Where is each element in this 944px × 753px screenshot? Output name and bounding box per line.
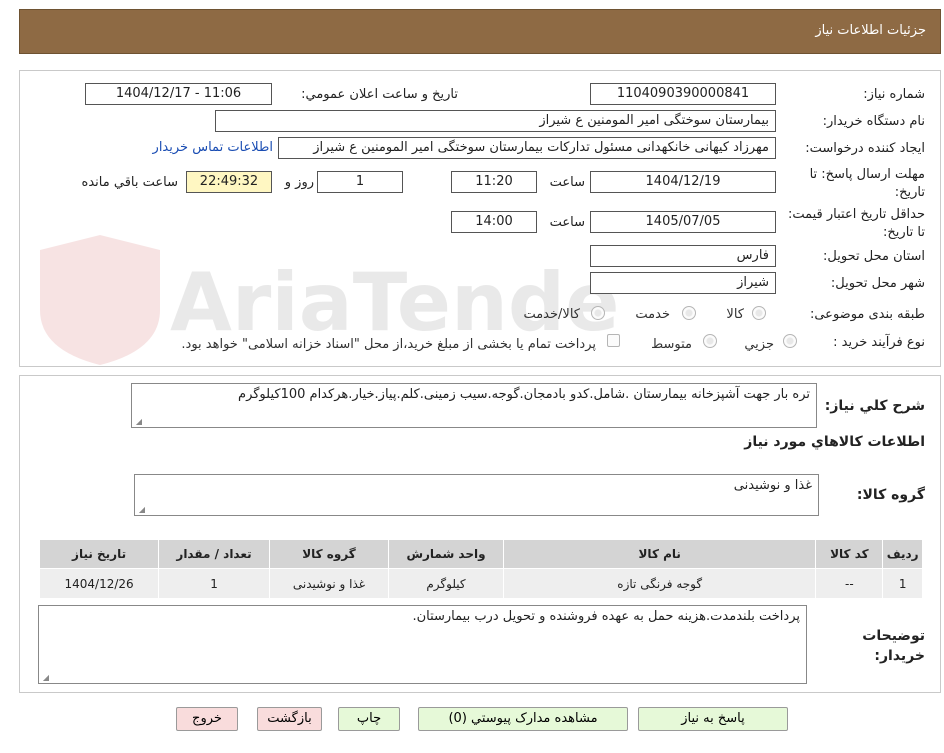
col-header-quantity: تعداد / مقدار [158,539,270,569]
cell-goods-group: غذا و نوشیدنی [268,568,390,599]
process-option-minor: جزیي [744,337,774,352]
treasury-bond-checkbox[interactable] [607,334,620,347]
page-title: جزئیات اطلاعات نیاز [815,23,926,38]
category-radio-service[interactable] [682,306,696,320]
need-number-label: شماره نیاز: [863,87,925,102]
category-radio-goods[interactable] [752,306,766,320]
days-label: روز و [284,175,314,190]
province-field: فارس [590,245,776,267]
city-field: شیراز [590,272,776,294]
view-attachments-button[interactable]: مشاهده مدارک پیوستي (0) [418,707,628,731]
requester-label: ایجاد کننده درخواست: [805,141,925,156]
process-radio-medium[interactable] [703,334,717,348]
back-button[interactable]: بازگشت [257,707,322,731]
need-number-field: 1104090390000841 [590,83,776,105]
buyer-notes-text: پرداخت بلندمدت.هزینه حمل به عهده فروشنده… [412,609,800,624]
announce-datetime-field: 1404/12/17 - 11:06 [85,83,272,105]
buyer-org-field: بیمارستان سوختگی امیر المومنین ع شیراز [215,110,776,132]
remaining-time-field: 22:49:32 [186,171,272,193]
province-label: استان محل تحویل: [823,249,925,264]
treasury-bond-note: پرداخت تمام یا بخشی از مبلغ خرید،از محل … [181,337,596,352]
buyer-notes-label: توضیحات خریدار: [862,628,925,664]
items-table: ردیف کد کالا نام کالا واحد شمارش گروه کا… [38,539,923,599]
col-header-need-date: تاریخ نیاز [38,539,160,569]
header-bar: جزئیات اطلاعات نیاز [19,9,941,54]
response-deadline-label: مهلت ارسال پاسخ: تا تاریخ: [809,167,925,200]
table-header-row: ردیف کد کالا نام کالا واحد شمارش گروه کا… [38,539,923,569]
table-row: 1 -- گوجه فرنگی تازه کیلوگرم غذا و نوشید… [38,568,923,599]
cell-item-name: گوجه فرنگی تازه [502,568,817,599]
response-time-label: ساعت [549,175,585,190]
col-header-unit: واحد شمارش [388,539,504,569]
process-type-label: نوع فرآیند خرید : [833,335,925,350]
response-deadline-date: 1404/12/19 [590,171,776,193]
price-validity-time-label: ساعت [549,215,585,230]
category-option-goods: کالا [726,307,744,322]
exit-button[interactable]: خروج [176,707,238,731]
resize-grip-icon[interactable]: ◢ [137,506,145,514]
category-option-goods-service: کالا/خدمت [523,307,580,322]
buyer-contact-link[interactable]: اطلاعات تماس خریدار [153,140,273,155]
cell-need-date: 1404/12/26 [38,568,160,599]
goods-section-title: اطلاعات کالاهاي مورد نیاز [744,434,925,450]
description-text: تره بار جهت آشپزخانه بیمارستان .شامل.کدو… [238,387,810,402]
print-button[interactable]: چاپ [338,707,400,731]
category-option-service: خدمت [635,307,670,322]
price-validity-time: 14:00 [451,211,537,233]
process-option-medium: متوسط [651,337,692,352]
cell-quantity: 1 [158,568,270,599]
description-label: شرح کلي نیاز: [824,398,925,414]
price-validity-label: حداقل تاریخ اعتبار قیمت: تا تاریخ: [787,207,925,240]
cell-row-number: 1 [882,568,923,599]
category-radio-goods-service[interactable] [591,306,605,320]
goods-group-text: غذا و نوشیدنی [733,478,812,493]
buyer-notes-textarea[interactable]: پرداخت بلندمدت.هزینه حمل به عهده فروشنده… [38,605,807,684]
buyer-org-label: نام دستگاه خریدار: [822,114,925,129]
resize-grip-icon[interactable]: ◢ [41,674,49,682]
category-label: طبقه بندی موضوعی: [809,307,925,322]
announce-datetime-label: تاریخ و ساعت اعلان عمومي: [301,87,458,102]
description-textarea[interactable]: تره بار جهت آشپزخانه بیمارستان .شامل.کدو… [131,383,817,428]
days-remaining-field: 1 [317,171,403,193]
col-header-goods-group: گروه کالا [268,539,390,569]
price-validity-date: 1405/07/05 [590,211,776,233]
response-deadline-time: 11:20 [451,171,537,193]
remaining-time-label: ساعت باقي مانده [81,175,178,190]
goods-group-label: گروه کالا: [856,487,925,503]
cell-unit: کیلوگرم [388,568,504,599]
resize-grip-icon[interactable]: ◢ [134,418,142,426]
goods-group-textarea[interactable]: غذا و نوشیدنی ◢ [134,474,819,516]
reply-button[interactable]: پاسخ به نیاز [638,707,788,731]
col-header-item-code: کد کالا [815,539,884,569]
city-label: شهر محل تحویل: [830,276,925,291]
cell-item-code: -- [815,568,884,599]
process-radio-minor[interactable] [783,334,797,348]
col-header-item-name: نام کالا [502,539,817,569]
requester-field: مهرزاد کیهانی خانکهدانی مسئول تدارکات بی… [278,137,776,159]
col-header-row-number: ردیف [882,539,923,569]
